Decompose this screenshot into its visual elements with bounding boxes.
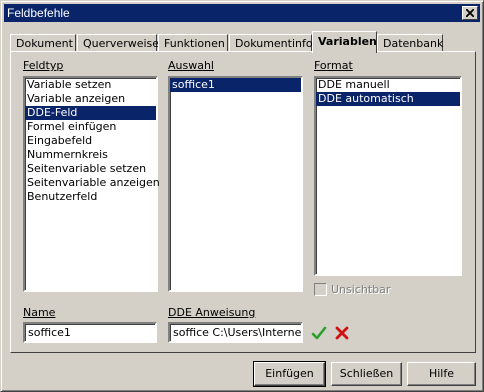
feldtyp-listbox[interactable]: Variable setzen Variable anzeigen DDE-Fe… bbox=[23, 76, 160, 292]
tab-label: Datenbank bbox=[383, 37, 444, 50]
delete-button[interactable] bbox=[334, 325, 350, 341]
unsichtbar-checkbox[interactable] bbox=[314, 283, 327, 296]
tab-label: Querverweise bbox=[83, 37, 160, 50]
help-label: Hilfe bbox=[428, 367, 455, 380]
insert-label: Einfügen bbox=[265, 367, 314, 380]
name-label: Name bbox=[23, 306, 56, 319]
tab-label: Funktionen bbox=[164, 37, 225, 50]
auswahl-listbox[interactable]: soffice1 bbox=[168, 76, 303, 292]
list-item[interactable]: DDE manuell bbox=[316, 78, 460, 92]
tab-dokumentinfo[interactable]: Dokumentinfo bbox=[229, 34, 313, 52]
close-button[interactable] bbox=[462, 6, 478, 20]
apply-button[interactable] bbox=[311, 325, 327, 341]
list-item[interactable]: Nummernkreis bbox=[25, 148, 156, 162]
list-item[interactable]: Seitenvariable setzen bbox=[25, 162, 156, 176]
tab-datenbank[interactable]: Datenbank bbox=[377, 34, 443, 52]
list-item[interactable]: Formel einfügen bbox=[25, 120, 156, 134]
tab-label: Dokument bbox=[16, 37, 73, 50]
tab-funktionen[interactable]: Funktionen bbox=[158, 34, 228, 52]
tab-label: Dokumentinfo bbox=[235, 37, 313, 50]
tab-label: Variablen bbox=[318, 35, 377, 48]
list-item[interactable]: Seitenvariable anzeigen bbox=[25, 176, 160, 190]
check-icon bbox=[311, 326, 327, 340]
tab-variablen[interactable]: Variablen bbox=[312, 31, 377, 53]
title-bar[interactable]: Feldbefehle bbox=[4, 4, 480, 22]
list-item[interactable]: Variable setzen bbox=[25, 78, 156, 92]
format-label: Format bbox=[314, 59, 353, 72]
close-label: Schließen bbox=[339, 367, 394, 380]
list-item[interactable]: DDE automatisch bbox=[316, 92, 460, 106]
list-item[interactable]: Benutzerfeld bbox=[25, 190, 156, 204]
dde-label: DDE Anweisung bbox=[168, 306, 256, 319]
insert-button[interactable]: Einfügen bbox=[253, 361, 326, 387]
window-title: Feldbefehle bbox=[7, 6, 70, 20]
auswahl-label: Auswahl bbox=[168, 59, 214, 72]
list-item[interactable]: DDE-Feld bbox=[25, 106, 156, 120]
list-item[interactable]: soffice1 bbox=[170, 78, 301, 92]
close-dialog-button[interactable]: Schließen bbox=[331, 362, 402, 386]
close-icon bbox=[466, 9, 474, 17]
tab-dokument[interactable]: Dokument bbox=[10, 34, 76, 52]
name-field[interactable]: soffice1 bbox=[23, 322, 157, 343]
delete-icon bbox=[335, 326, 349, 340]
tab-querverweise[interactable]: Querverweise bbox=[77, 34, 160, 52]
list-item[interactable]: Variable anzeigen bbox=[25, 92, 156, 106]
unsichtbar-label: Unsichtbar bbox=[331, 283, 391, 296]
help-button[interactable]: Hilfe bbox=[407, 362, 476, 386]
format-listbox[interactable]: DDE manuell DDE automatisch bbox=[314, 76, 462, 276]
name-value: soffice1 bbox=[28, 326, 71, 339]
list-item[interactable]: Eingabefeld bbox=[25, 134, 156, 148]
feldtyp-label: Feldtyp bbox=[23, 59, 64, 72]
dde-field[interactable]: soffice C:\Users\Internet\D bbox=[168, 322, 303, 343]
dde-value: soffice C:\Users\Internet\D bbox=[173, 326, 302, 339]
dialog-window: Feldbefehle Dokument Querverweise Funkti… bbox=[0, 0, 484, 392]
